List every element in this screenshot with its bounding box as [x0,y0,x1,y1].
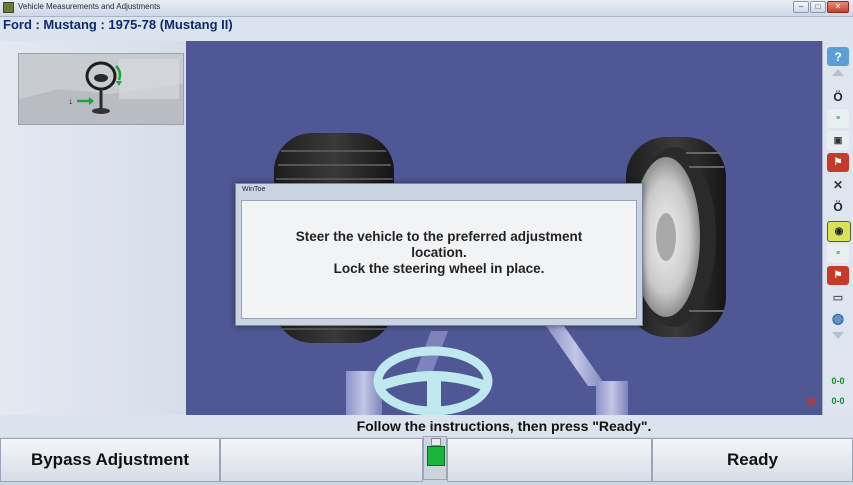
empty-button-3[interactable] [447,438,652,482]
app-icon [3,2,14,13]
dialog-title: WinToe [242,186,266,193]
help-icon[interactable]: ? [827,47,849,66]
steering-wheel-thumbnail: 1 [18,53,184,125]
axle-icon[interactable]: 0-0 [827,371,849,390]
checkered-flag-icon[interactable]: ⚑ [827,153,849,172]
steering-column [346,326,628,415]
window-title: Vehicle Measurements and Adjustments [18,2,161,11]
gauge-icon[interactable]: Ö [827,87,849,106]
checkered-flag-icon[interactable]: ⚑ [827,266,849,285]
unlock-icon[interactable]: ⊘ [806,394,820,408]
dialog-message-line: Steer the vehicle to the preferred adjus… [295,228,583,244]
axle-icon[interactable]: 0-0 [827,391,849,410]
title-bar: Vehicle Measurements and Adjustments – □… [0,0,853,17]
close-button[interactable]: ✕ [827,1,849,13]
instruction-text: Follow the instructions, then press "Rea… [356,418,652,434]
scroll-up-icon[interactable] [832,69,844,76]
dialog-message-line: location. [411,244,467,260]
wintoe-dialog: WinToe Steer the vehicle to the preferre… [235,183,643,326]
dialog-body: Steer the vehicle to the preferred adjus… [241,200,637,319]
dial-icon[interactable]: ◉ [827,221,851,242]
gauge-icon[interactable]: Ö [827,197,849,216]
toe-readout-icon[interactable]: ▣ [827,131,849,150]
status-led [427,446,445,466]
maximize-button[interactable]: □ [810,1,826,13]
indicator-mini-icon [431,438,441,446]
camber-readout-icon[interactable]: ≡ [827,244,849,263]
left-panel: 1 [0,41,186,415]
minimize-button[interactable]: – [793,1,809,13]
print-icon[interactable]: ▭ [827,288,849,307]
dialog-message-line: Lock the steering wheel in place. [333,260,545,276]
vehicle-icon[interactable]: ✕ [827,175,849,194]
globe-icon[interactable]: ◍ [827,309,849,328]
vehicle-name: Ford : Mustang : 1975-78 (Mustang II) [3,17,233,32]
camber-readout-icon[interactable]: ≡ [827,109,849,128]
window-controls: – □ ✕ [793,1,849,13]
bypass-adjustment-button[interactable]: Bypass Adjustment [0,438,220,482]
ready-button[interactable]: Ready [652,438,853,482]
empty-button-2[interactable] [220,438,423,482]
status-indicator [423,436,447,480]
right-toolbar: ? Ö ≡ ▣ ⚑ ✕ Ö ◉ ≡ ⚑ ▭ ◍ 0-0 0-0 [822,41,853,415]
scroll-down-icon[interactable] [832,332,844,339]
